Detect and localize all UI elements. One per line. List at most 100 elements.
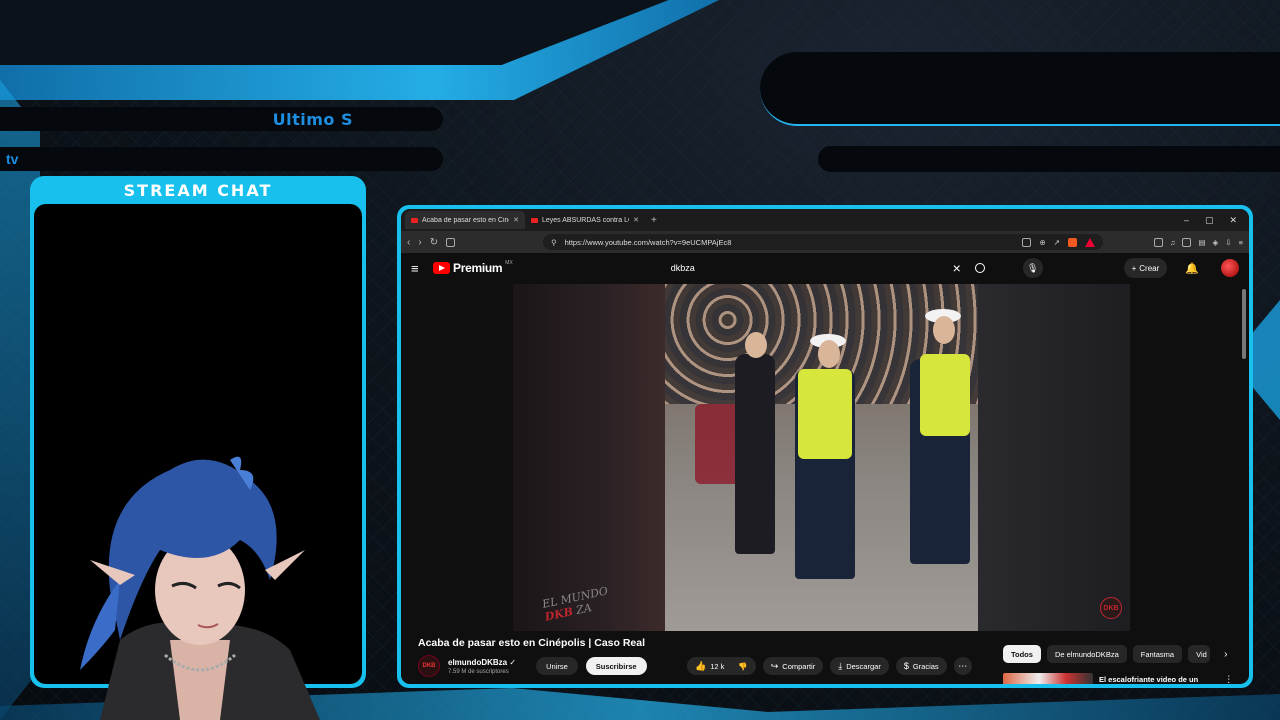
video-title: Acaba de pasar esto en Cinépolis | Caso … <box>418 637 646 649</box>
extension-icon[interactable] <box>1153 237 1163 247</box>
video-blur-right: DKB <box>978 284 1130 631</box>
youtube-favicon-icon <box>531 217 538 223</box>
channel-row: DKB elmundoDKBza ✓ 7.59 M de suscriptore… <box>418 655 647 677</box>
brave-rewards-icon[interactable] <box>1085 237 1096 247</box>
bookmark-icon[interactable] <box>446 237 456 247</box>
page-scrollbar[interactable] <box>1242 289 1246 359</box>
youtube-play-icon <box>433 262 450 274</box>
thanks-button[interactable]: $ Gracias <box>895 657 947 675</box>
microphone-icon[interactable]: 🎙 <box>1022 258 1043 278</box>
recommended-title[interactable]: El escalofriante video de un <box>1099 675 1198 684</box>
recommended-video[interactable]: El escalofriante video de un ⋮ <box>1003 673 1233 684</box>
country-code: MX <box>505 260 513 266</box>
new-tab-button[interactable]: + <box>645 215 663 226</box>
video-vest-right <box>920 354 970 436</box>
channel-name[interactable]: elmundoDKBza ✓ <box>448 658 516 667</box>
music-icon[interactable]: ♫ <box>1170 238 1176 247</box>
address-toolbar: ‹ › ↻ ⚲ https://www.youtube.com/watch?v=… <box>401 231 1249 253</box>
video-frame <box>665 284 978 631</box>
channel-watermark-left: EL MUNDO DKB ZA <box>541 584 612 623</box>
close-tab-icon[interactable]: ✕ <box>513 216 519 224</box>
channel-avatar[interactable]: DKB <box>418 655 440 677</box>
url-text: https://www.youtube.com/watch?v=9eUCMPAj… <box>564 237 732 247</box>
share-arrow-icon: ↪ <box>770 660 779 671</box>
window-controls: – ▢ ✕ <box>1184 215 1249 226</box>
back-icon[interactable]: ‹ <box>407 237 410 248</box>
site-info-icon[interactable]: ⚲ <box>551 238 557 247</box>
download-arrow-icon: ⤓ <box>838 660 843 671</box>
vpn-icon[interactable]: ◈ <box>1213 238 1219 247</box>
more-actions-icon[interactable]: ⋯ <box>953 657 972 675</box>
zoom-icon[interactable]: ⊕ <box>1039 238 1045 247</box>
tv-bar: tv <box>0 147 443 171</box>
share-label: Compartir <box>782 661 816 671</box>
youtube-masthead: ≡ Premium MX dkbza × 🎙 + Crear 🔔 <box>401 253 1249 283</box>
chip-all[interactable]: Todos <box>1003 645 1041 663</box>
wallet-icon[interactable]: ▤ <box>1198 238 1205 247</box>
chip-channel[interactable]: De elmundoDKBza <box>1046 645 1127 663</box>
like-count: 12 k <box>710 661 725 671</box>
chevron-right-icon[interactable]: › <box>1224 649 1227 660</box>
sidebar-icon[interactable] <box>1182 237 1192 247</box>
video-person-head <box>745 332 767 358</box>
verified-icon: ✓ <box>509 657 517 667</box>
subscriber-count: 7.59 M de suscriptores <box>448 668 509 675</box>
like-button[interactable]: 👍 12 k 👎 <box>687 657 756 675</box>
share-button[interactable]: ↪ Compartir <box>762 657 824 675</box>
account-avatar[interactable] <box>1221 259 1239 277</box>
browser-window: Acaba de pasar esto en Ciné ✕ Leyes ABSU… <box>401 209 1249 684</box>
video-vest-left <box>798 369 852 459</box>
channel-watermark-right: DKB <box>1100 597 1122 619</box>
channel-name-text: elmundoDKBza <box>448 657 508 667</box>
subscribe-button[interactable]: Suscribirse <box>585 657 647 675</box>
chip-videos[interactable]: Vid <box>1188 645 1211 663</box>
join-button[interactable]: Unirse <box>536 657 578 675</box>
forward-icon[interactable]: › <box>418 237 421 248</box>
last-sub-bar: Ultimo S <box>0 107 443 131</box>
download-label: Descargar <box>846 661 881 671</box>
thanks-label: Gracias <box>912 661 939 671</box>
tab-other-video[interactable]: Leyes ABSURDAS contra LOS VIDEO ✕ <box>525 211 645 229</box>
notifications-bell-icon[interactable]: 🔔 <box>1185 262 1199 275</box>
search-input[interactable]: dkbza <box>671 263 953 273</box>
tab-current-video[interactable]: Acaba de pasar esto en Ciné ✕ <box>405 211 525 229</box>
brave-shields-icon[interactable] <box>1068 237 1078 247</box>
recommended-menu-icon[interactable]: ⋮ <box>1224 674 1233 685</box>
recommendation-chips: Todos De elmundoDKBza Fantasma Vid › <box>1003 645 1227 663</box>
share-icon[interactable]: ↗ <box>1054 238 1060 247</box>
youtube-favicon-icon <box>411 217 418 223</box>
close-window-button[interactable]: ✕ <box>1229 215 1237 226</box>
youtube-logo[interactable]: Premium MX <box>433 260 513 275</box>
address-bar[interactable]: ⚲ https://www.youtube.com/watch?v=9eUCMP… <box>543 234 1104 250</box>
cast-icon[interactable] <box>1022 237 1032 247</box>
clear-search-icon[interactable]: × <box>953 260 961 276</box>
tab-title: Leyes ABSURDAS contra LOS VIDEO <box>542 216 629 224</box>
download-icon[interactable]: ⇩ <box>1225 238 1231 247</box>
close-tab-icon[interactable]: ✕ <box>633 216 639 224</box>
create-button[interactable]: + Crear <box>1123 258 1168 278</box>
youtube-brand: Premium <box>453 261 503 275</box>
guide-menu-icon[interactable]: ≡ <box>411 261 423 276</box>
search-icon[interactable] <box>974 263 985 273</box>
plus-icon: + <box>1131 263 1137 273</box>
channel-info: elmundoDKBza ✓ 7.59 M de suscriptores <box>448 658 516 675</box>
video-blur-left: EL MUNDO DKB ZA <box>513 284 665 631</box>
overlay-panel-top-right <box>760 52 1280 126</box>
tab-bar: Acaba de pasar esto en Ciné ✕ Leyes ABSU… <box>401 209 1249 231</box>
video-player[interactable]: EL MUNDO DKB ZA DKB <box>513 284 1130 631</box>
tab-title: Acaba de pasar esto en Ciné <box>422 216 510 224</box>
thumbs-up-icon: 👍 <box>695 660 707 671</box>
thumbs-down-icon[interactable]: 👎 <box>738 662 747 671</box>
chip-ghost[interactable]: Fantasma <box>1132 645 1183 663</box>
reload-icon[interactable]: ↻ <box>430 237 438 248</box>
watermark-text-bottom: ZA <box>574 601 593 618</box>
search-box[interactable]: dkbza × <box>663 257 993 279</box>
maximize-button[interactable]: ▢ <box>1205 215 1214 226</box>
vtuber-avatar <box>80 456 320 720</box>
recommended-thumbnail[interactable] <box>1003 673 1093 684</box>
download-button[interactable]: ⤓ Descargar <box>830 657 889 675</box>
tv-label: tv <box>6 151 19 167</box>
minimize-button[interactable]: – <box>1184 215 1189 226</box>
extension-icons: ♫ ▤ ◈ ⇩ ≡ <box>1153 237 1243 247</box>
menu-icon[interactable]: ≡ <box>1239 238 1243 247</box>
